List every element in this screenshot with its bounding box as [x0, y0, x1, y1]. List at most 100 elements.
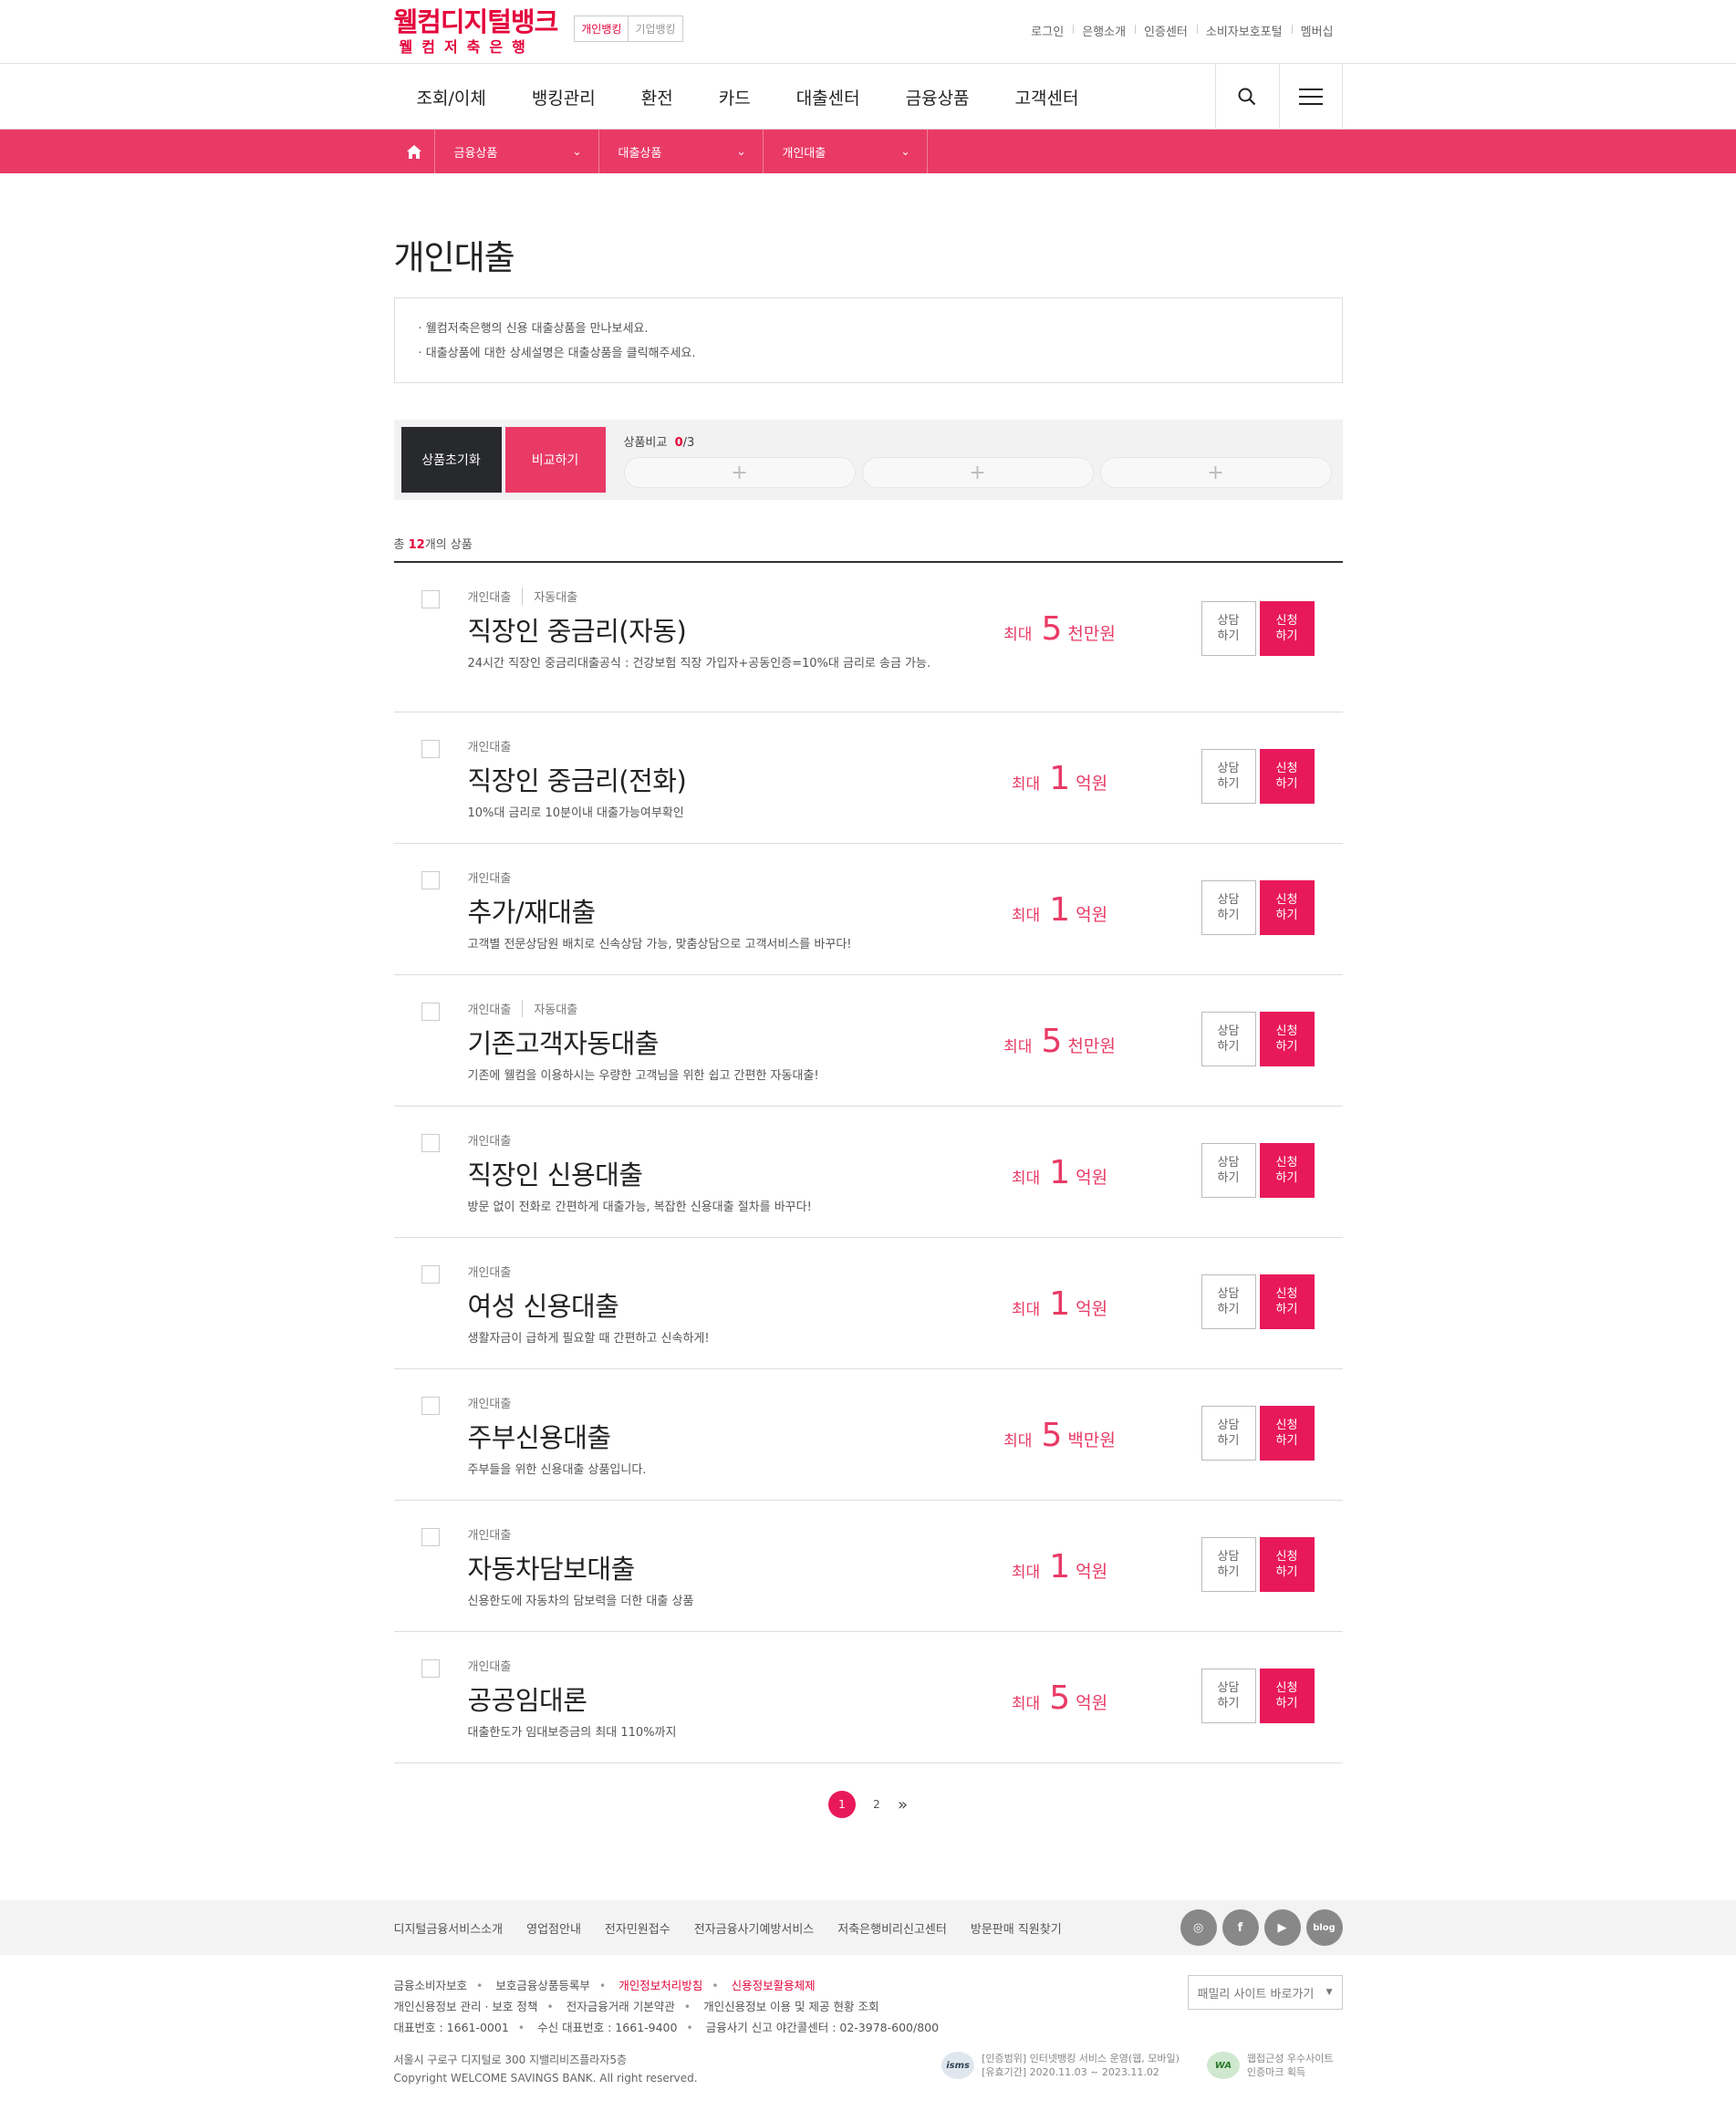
product-checkbox[interactable]	[421, 590, 440, 608]
apply-button[interactable]: 신청 하기	[1259, 880, 1315, 935]
product-name[interactable]: 주부신용대출	[468, 1417, 612, 1455]
next-page-icon[interactable]: »	[898, 1795, 908, 1814]
gnb-banking-management[interactable]: 뱅킹관리	[532, 85, 596, 109]
util-login[interactable]: 로그인	[1022, 22, 1073, 39]
page-2[interactable]: 2	[863, 1791, 890, 1818]
consult-button[interactable]: 상담 하기	[1201, 1274, 1256, 1329]
bank-logo[interactable]: 웰컴디지털뱅크 웰컴저축은행	[394, 9, 559, 55]
consult-button[interactable]: 상담 하기	[1201, 1406, 1256, 1461]
apply-button[interactable]: 신청 하기	[1259, 1406, 1315, 1461]
footer-link[interactable]: 저축은행비리신고센터	[837, 1919, 947, 1937]
footer-link[interactable]: 전자민원접수	[605, 1919, 670, 1937]
product-checkbox[interactable]	[421, 1528, 440, 1546]
product-item[interactable]: 개인대출 자동대출 기존고객자동대출 기존에 웰컴을 이용하시는 우량한 고객님을…	[393, 975, 1343, 1107]
gnb-customer-center[interactable]: 고객센터	[1015, 85, 1079, 109]
product-checkbox[interactable]	[421, 1134, 440, 1152]
footer-link[interactable]: 디지털금융서비스소개	[394, 1919, 504, 1937]
apply-button[interactable]: 신청 하기	[1259, 601, 1315, 656]
product-item[interactable]: 개인대출 직장인 중금리(전화) 10%대 금리로 10분이내 대출가능여부확인…	[393, 712, 1343, 844]
product-checkbox[interactable]	[421, 1265, 440, 1284]
product-description: 방문 없이 전화로 간편하게 대출가능, 복잡한 신용대출 절차를 바꾸다!	[467, 1201, 812, 1214]
search-button[interactable]	[1214, 64, 1279, 130]
apply-button[interactable]: 신청 하기	[1259, 749, 1315, 804]
facebook-icon[interactable]: f	[1221, 1909, 1259, 1946]
product-name[interactable]: 기존고객자동대출	[468, 1023, 660, 1061]
product-checkbox[interactable]	[421, 871, 440, 889]
product-name[interactable]: 자동차담보대출	[468, 1548, 636, 1586]
product-checkbox[interactable]	[421, 1659, 440, 1678]
notice-line: · 대출상품에 대한 상세설명은 대출상품을 클릭해주세요.	[418, 347, 696, 360]
product-name[interactable]: 직장인 신용대출	[468, 1154, 643, 1192]
consult-button[interactable]: 상담 하기	[1201, 880, 1256, 935]
apply-button[interactable]: 신청 하기	[1259, 1143, 1315, 1198]
footer-link[interactable]: 영업점안내	[526, 1919, 581, 1937]
util-cert-center[interactable]: 인증센터	[1135, 22, 1197, 39]
apply-button[interactable]: 신청 하기	[1259, 1012, 1315, 1066]
gnb-inquiry-transfer[interactable]: 조회/이체	[417, 85, 486, 109]
product-checkbox[interactable]	[421, 1003, 440, 1021]
footer-link[interactable]: 보호금융상품등록부	[495, 1979, 590, 1992]
consult-button[interactable]: 상담 하기	[1201, 749, 1256, 804]
amount-number: 5	[1049, 1679, 1071, 1717]
location-depth2[interactable]: 대출상품 ⌄	[599, 130, 764, 173]
location-depth3[interactable]: 개인대출 ⌄	[764, 130, 928, 173]
consult-button[interactable]: 상담 하기	[1201, 1537, 1256, 1592]
util-consumer-portal[interactable]: 소비자보호포털	[1196, 22, 1292, 39]
footer-link[interactable]: 금융소비자보호	[394, 1979, 468, 1992]
gnb-exchange[interactable]: 환전	[641, 85, 673, 109]
gnb-financial-products[interactable]: 금융상품	[906, 85, 970, 109]
apply-button[interactable]: 신청 하기	[1259, 1669, 1315, 1723]
gnb-loan-center[interactable]: 대출센터	[796, 85, 860, 109]
apply-button[interactable]: 신청 하기	[1259, 1537, 1315, 1592]
all-menu-button[interactable]	[1278, 64, 1343, 130]
product-name[interactable]: 직장인 중금리(자동)	[468, 610, 687, 649]
product-item[interactable]: 개인대출 공공임대론 대출한도가 임대보증금의 최대 110%까지 최대 5 억원 …	[393, 1632, 1343, 1763]
footer-link[interactable]: 개인신용정보 관리 · 보호 정책	[394, 2000, 538, 2013]
home-button[interactable]	[394, 130, 435, 173]
product-checkbox[interactable]	[421, 740, 440, 758]
consult-button[interactable]: 상담 하기	[1201, 1143, 1256, 1198]
consult-label: 상담 하기	[1218, 1418, 1240, 1449]
instagram-icon[interactable]: ◎	[1180, 1909, 1217, 1946]
product-item[interactable]: 개인대출 자동차담보대출 신용한도에 자동차의 담보력을 더한 대출 상품 최대…	[393, 1501, 1343, 1632]
product-item[interactable]: 개인대출 자동대출 직장인 중금리(자동) 24시간 직장인 중금리대출공식 : …	[393, 563, 1343, 712]
compare-slot[interactable]: +	[623, 457, 856, 488]
tab-personal-banking[interactable]: 개인뱅킹	[575, 16, 629, 41]
product-max-amount: 최대 1 억원	[987, 1548, 1133, 1586]
tab-business-banking[interactable]: 기업뱅킹	[629, 16, 681, 41]
footer-link[interactable]: 개인신용정보 이용 및 제공 현황 조회	[703, 2000, 878, 2013]
product-checkbox[interactable]	[421, 1397, 440, 1415]
footer-link[interactable]: 방문판매 직원찾기	[971, 1919, 1062, 1937]
compare-slot[interactable]: +	[861, 457, 1094, 488]
footer-link[interactable]: 전자금융사기예방서비스	[694, 1919, 815, 1937]
footer-link[interactable]: 전자금융거래 기본약관	[567, 2000, 675, 2013]
product-item[interactable]: 개인대출 추가/재대출 고객별 전문상담원 배치로 신속상담 가능, 맞춤상담으…	[393, 844, 1343, 975]
product-name[interactable]: 추가/재대출	[468, 891, 597, 930]
youtube-icon[interactable]: ▶	[1263, 1909, 1301, 1946]
family-site-select[interactable]: 패밀리 사이트 바로가기 ▼	[1187, 1975, 1343, 2010]
product-name[interactable]: 여성 신용대출	[468, 1285, 619, 1324]
reset-products-button[interactable]: 상품초기화	[400, 427, 502, 493]
apply-button[interactable]: 신청 하기	[1259, 1274, 1315, 1329]
consult-label-2: 하기	[1217, 1171, 1240, 1185]
product-item[interactable]: 개인대출 주부신용대출 주부들을 위한 신용대출 상품입니다. 최대 5 백만원 상…	[393, 1369, 1343, 1501]
location-depth1[interactable]: 금융상품 ⌄	[435, 130, 599, 173]
product-name[interactable]: 직장인 중금리(전화)	[468, 760, 687, 798]
max-label: 최대	[1011, 775, 1041, 794]
blog-icon[interactable]: blog	[1305, 1909, 1343, 1946]
product-name[interactable]: 공공임대론	[468, 1679, 587, 1718]
product-item[interactable]: 개인대출 여성 신용대출 생활자금이 급하게 필요할 때 간편하고 신속하게! …	[393, 1238, 1343, 1369]
compare-button[interactable]: 비교하기	[504, 427, 606, 493]
footer-link-privacy[interactable]: 개인정보처리방침	[619, 1979, 702, 1992]
consult-button[interactable]: 상담 하기	[1201, 1669, 1256, 1723]
consult-button[interactable]: 상담 하기	[1201, 1012, 1256, 1066]
util-about-bank[interactable]: 은행소개	[1073, 22, 1135, 39]
consult-button[interactable]: 상담 하기	[1201, 601, 1256, 656]
footer-link-credit-info[interactable]: 신용정보활용체제	[732, 1979, 816, 1992]
apply-label-1: 신청	[1275, 1550, 1298, 1564]
product-item[interactable]: 개인대출 직장인 신용대출 방문 없이 전화로 간편하게 대출가능, 복잡한 신…	[393, 1107, 1343, 1238]
compare-slot[interactable]: +	[1099, 457, 1332, 488]
gnb-card[interactable]: 카드	[719, 85, 751, 109]
util-membership[interactable]: 멤버십	[1291, 22, 1343, 39]
page-1[interactable]: 1	[827, 1791, 856, 1818]
